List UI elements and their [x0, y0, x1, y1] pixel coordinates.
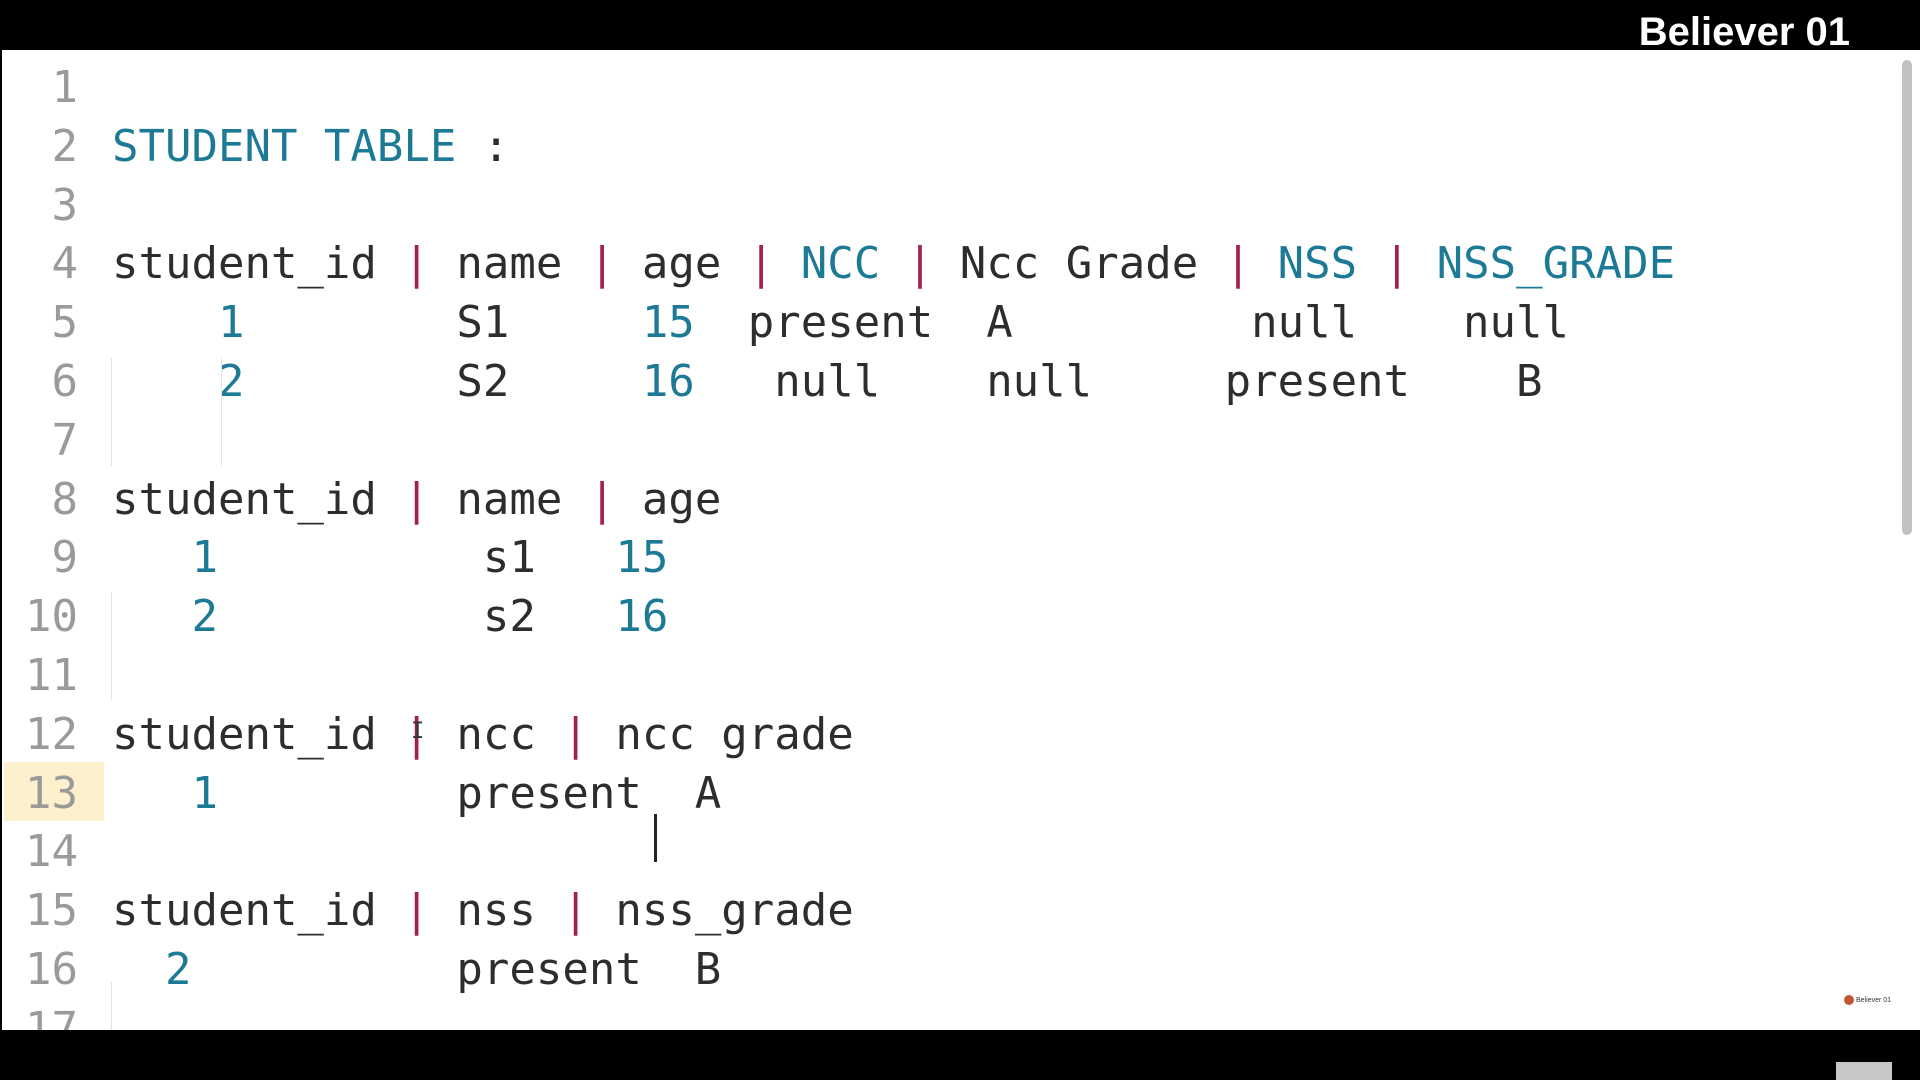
code-line[interactable]: student_id | nss | nss_grade: [112, 885, 854, 936]
line-number: 8: [51, 473, 79, 525]
token-num: 2: [112, 356, 245, 407]
token-text: student_id: [112, 885, 404, 937]
token-text: s2: [217, 591, 616, 643]
pipe-separator: |: [403, 473, 430, 525]
line-number: 17: [25, 1002, 78, 1030]
token-num: 1: [112, 532, 218, 584]
line-number: 5: [51, 297, 79, 349]
token-text: ncc grade: [588, 708, 854, 760]
corner-logo: Believer 01: [1844, 992, 1902, 1008]
pipe-separator: |: [1383, 238, 1411, 290]
watermark-title: Believer 01: [1638, 10, 1850, 54]
token-text: name: [429, 473, 589, 525]
code-line[interactable]: 2 s2 16: [112, 591, 668, 642]
token-kw: NSS_GRADE: [1410, 238, 1676, 290]
token-text: :: [456, 120, 510, 172]
token-text: Ncc Grade: [933, 238, 1225, 290]
code-line[interactable]: student_id | name | age | NCC | Ncc Grad…: [112, 238, 1675, 289]
code-line[interactable]: student_id | name | age: [112, 474, 721, 525]
token-text: age: [615, 473, 722, 525]
code-line[interactable]: 2 S2 16 null null present B: [112, 356, 1543, 407]
indent-guide: [221, 358, 222, 466]
token-text: present: [217, 767, 642, 819]
line-number: 16: [25, 944, 78, 995]
pipe-separator: |: [906, 238, 934, 290]
token-kw: STUDENT TABLE: [112, 120, 457, 172]
line-number: 12: [25, 708, 78, 760]
line-number: 14: [25, 826, 78, 878]
code-line[interactable]: 1 s1 15: [112, 532, 668, 583]
token-text: nss: [429, 885, 563, 937]
line-number: 13: [25, 767, 78, 819]
indent-guide: [111, 358, 112, 466]
pipe-separator: |: [403, 885, 430, 937]
token-text: S1: [244, 297, 642, 349]
code-line[interactable]: 2 present B: [112, 944, 721, 995]
line-number: 15: [25, 885, 78, 937]
token-text: student_id: [112, 238, 404, 290]
token-text: s1: [217, 532, 616, 584]
token-text: student_id: [112, 473, 404, 525]
token-text: present B: [191, 944, 722, 995]
mouse-ibeam-cursor: I: [411, 719, 425, 744]
line-number: 1: [51, 62, 79, 113]
pipe-separator: |: [1224, 238, 1252, 290]
token-text: student_id: [112, 708, 404, 760]
indent-guide: [111, 982, 112, 1030]
token-text: ncc: [429, 708, 563, 760]
token-num: 2: [112, 944, 192, 995]
text-caret: [653, 813, 657, 862]
pipe-separator: |: [562, 708, 589, 760]
token-text: A: [668, 767, 722, 819]
code-editor[interactable]: 1 2 STUDENT TABLE :3 4 student_id | name | a…: [2, 50, 1920, 1030]
token-num: 15: [641, 297, 695, 349]
line-number: 7: [51, 414, 79, 466]
indent-guide: [111, 592, 112, 700]
pipe-separator: |: [588, 473, 616, 525]
token-num: 2: [112, 591, 218, 643]
token-text: name: [429, 238, 589, 290]
token-num: 16: [641, 356, 695, 407]
code-line[interactable]: student_id | ncc | ncc grade: [112, 709, 854, 760]
logo-icon: [1844, 995, 1854, 1005]
code-line[interactable]: 1 S1 15 present A null null: [112, 297, 1569, 348]
pipe-separator: |: [747, 238, 775, 290]
line-number: 10: [25, 591, 78, 643]
vertical-scrollbar[interactable]: [1902, 60, 1912, 535]
line-number: 6: [51, 356, 79, 407]
token-num: 1: [112, 767, 218, 819]
line-number: 9: [51, 532, 79, 584]
code-line[interactable]: STUDENT TABLE :: [112, 121, 509, 172]
token-text: present A null null: [694, 297, 1569, 349]
line-number: 3: [51, 179, 79, 231]
pipe-separator: |: [562, 885, 589, 937]
token-num: 15: [615, 532, 669, 584]
token-text: null null present B: [694, 356, 1543, 407]
token-text: nss_grade: [588, 885, 854, 937]
token-text: S2: [244, 356, 642, 407]
pipe-separator: |: [403, 238, 430, 290]
code-line[interactable]: 1 present A: [112, 767, 722, 862]
pipe-separator: |: [588, 238, 616, 290]
line-number: 4: [51, 238, 79, 290]
line-number: 2: [51, 120, 79, 172]
token-num: 16: [615, 591, 669, 643]
token-text: age: [615, 238, 748, 290]
line-number: 11: [25, 650, 78, 701]
horizontal-scroll-thumb[interactable]: [1836, 1062, 1892, 1080]
token-num: 1: [112, 297, 245, 349]
token-kw: NSS: [1251, 238, 1358, 290]
token-kw: NCC: [774, 238, 881, 290]
